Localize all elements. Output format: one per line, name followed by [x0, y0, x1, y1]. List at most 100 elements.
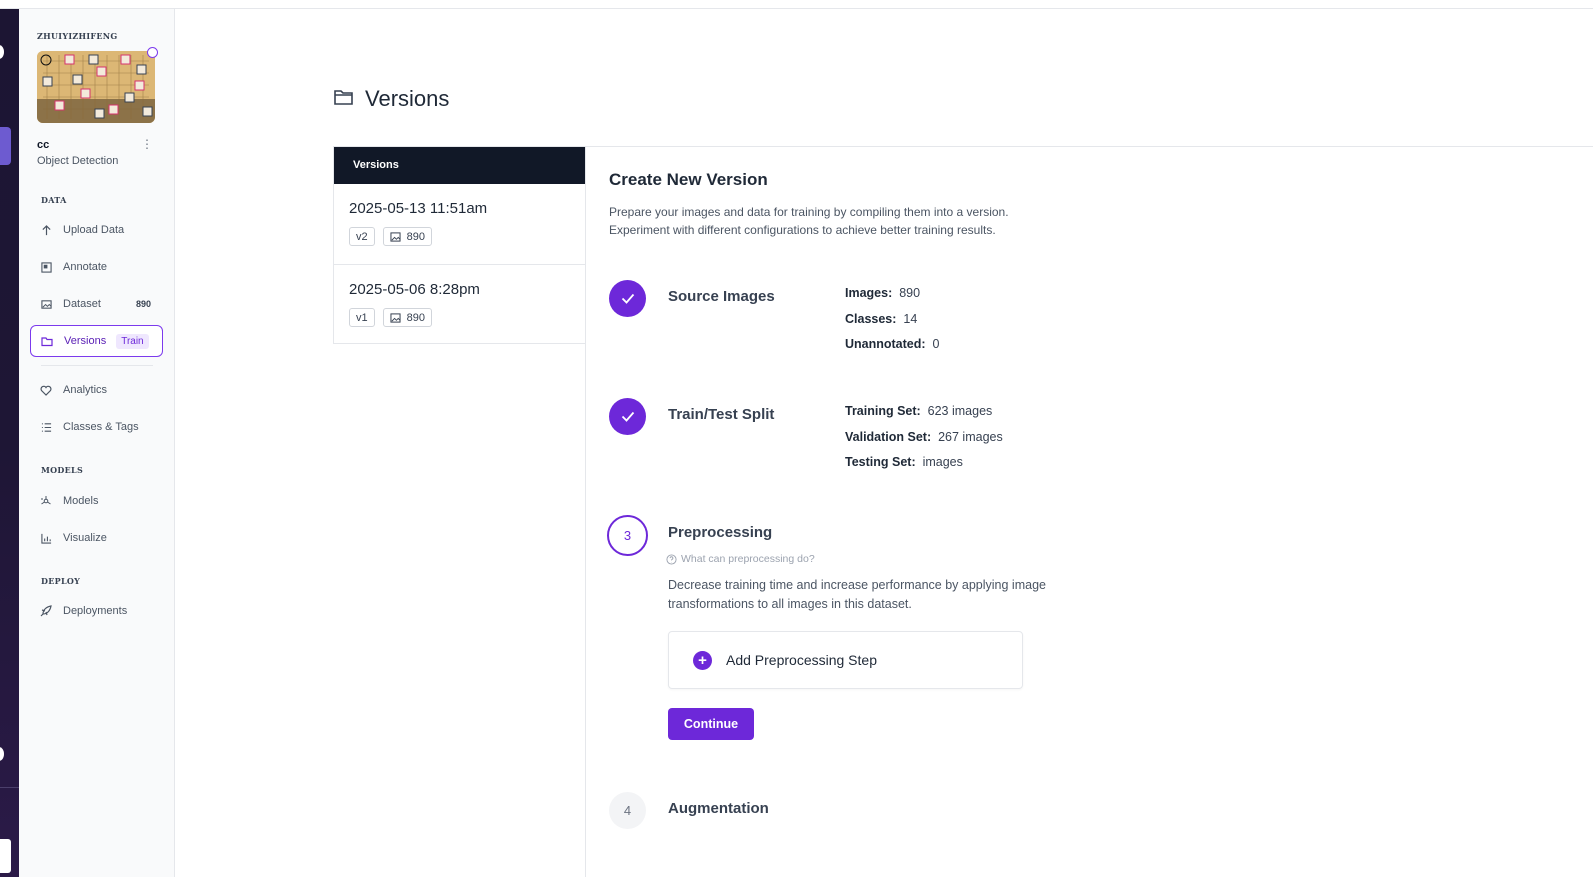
version-item[interactable]: 2025-05-06 8:28pm v1 890: [334, 265, 585, 346]
project-name: cc: [37, 139, 50, 151]
rail-user-icon[interactable]: [0, 839, 11, 873]
kv-value: 14: [903, 312, 918, 326]
description-line: Experiment with different configurations…: [609, 223, 996, 237]
folder-icon: [41, 335, 53, 347]
project-sidebar: ZHUIYIZHIFENG cc Object Detection ⋮ DATA…: [19, 9, 175, 877]
step-complete-check-icon[interactable]: [609, 398, 646, 435]
image-count-chip: 890: [382, 308, 432, 327]
step-complete-check-icon[interactable]: [609, 280, 646, 317]
source-unannotated-count: Unannotated: 0: [845, 337, 939, 351]
rail-avatar-icon[interactable]: [0, 45, 4, 59]
kv-value: 0: [932, 337, 940, 351]
rail-divider: [0, 787, 19, 788]
sidebar-item-label: Models: [63, 495, 99, 507]
workspace-name[interactable]: ZHUIYIZHIFENG: [37, 31, 118, 41]
version-date: 2025-05-06 8:28pm: [349, 281, 480, 298]
kv-value: images: [922, 455, 963, 469]
sidebar-item-label: Annotate: [63, 261, 108, 273]
kv-label: Classes:: [845, 312, 897, 326]
chart-icon: [40, 532, 52, 544]
step-split-title[interactable]: Train/Test Split: [668, 406, 774, 423]
step-number-badge: 3: [607, 515, 648, 556]
train-tag[interactable]: Train: [116, 333, 149, 349]
sidebar-item-annotate[interactable]: Annotate: [30, 251, 163, 283]
sidebar-item-classes-tags[interactable]: Classes & Tags: [30, 411, 163, 443]
create-version-description: Prepare your images and data for trainin…: [609, 203, 1109, 239]
kv-label: Unannotated:: [845, 337, 926, 351]
step-augmentation-title: Augmentation: [668, 800, 769, 817]
continue-button[interactable]: Continue: [668, 708, 754, 740]
section-data: DATA: [41, 195, 67, 205]
version-date: 2025-05-13 11:51am: [349, 200, 488, 217]
kv-label: Testing Set:: [845, 455, 916, 469]
sidebar-item-models[interactable]: Models: [30, 485, 163, 517]
sidebar-item-upload-data[interactable]: Upload Data: [30, 214, 163, 246]
source-images-count: Images: 890: [845, 286, 920, 300]
sidebar-item-visualize[interactable]: Visualize: [30, 522, 163, 554]
create-version-title: Create New Version: [609, 170, 768, 189]
folder-icon: [333, 86, 355, 112]
image-count: 890: [406, 230, 425, 243]
versions-list-header: Versions: [334, 147, 585, 184]
image-icon: [40, 298, 52, 310]
versions-list: Versions 2025-05-13 11:51am v2 890 2025-…: [333, 146, 585, 344]
image-count: 890: [406, 311, 425, 324]
image-icon: [390, 231, 401, 242]
status-dot: [147, 47, 158, 58]
step-number-badge: 4: [609, 792, 646, 829]
rocket-icon: [40, 605, 52, 617]
sidebar-item-deployments[interactable]: Deployments: [30, 595, 163, 627]
rail-help-icon[interactable]: [0, 747, 4, 761]
dataset-count-badge: 890: [135, 299, 151, 309]
sidebar-item-label: Visualize: [63, 532, 107, 544]
section-deploy: DEPLOY: [41, 576, 81, 586]
create-version-panel: Create New Version Prepare your images a…: [585, 146, 1593, 877]
sidebar-item-label: Classes & Tags: [63, 421, 139, 433]
rail-active-indicator: [0, 127, 11, 165]
sidebar-item-label: Dataset: [63, 298, 101, 310]
app-rail: [0, 9, 19, 877]
version-badge: v1: [349, 308, 375, 327]
section-models: MODELS: [41, 465, 84, 475]
step-source-images-title[interactable]: Source Images: [668, 288, 775, 305]
heart-icon: [40, 384, 52, 396]
image-icon: [390, 312, 401, 323]
version-badge: v2: [349, 227, 375, 246]
training-set-count: Training Set: 623 images: [845, 404, 992, 418]
more-vertical-icon[interactable]: ⋮: [141, 137, 153, 151]
upload-icon: [40, 224, 52, 236]
add-preprocessing-step-button[interactable]: + Add Preprocessing Step: [668, 631, 1023, 689]
description-line: Decrease training time and increase perf…: [668, 578, 1046, 592]
sidebar-item-dataset[interactable]: Dataset 890: [30, 288, 163, 320]
page-title: Versions: [333, 86, 449, 112]
source-classes-count: Classes: 14: [845, 312, 917, 326]
description-line: Prepare your images and data for trainin…: [609, 205, 1009, 219]
step-preprocessing-title: Preprocessing: [668, 524, 773, 541]
sidebar-divider: [41, 365, 153, 366]
sidebar-item-label: Upload Data: [63, 224, 125, 236]
project-thumbnail[interactable]: [37, 51, 155, 123]
testing-set-count: Testing Set: images: [845, 455, 963, 469]
image-count-chip: 890: [382, 227, 432, 246]
page-title-text: Versions: [365, 86, 450, 111]
project-type: Object Detection: [37, 155, 119, 167]
validation-set-count: Validation Set: 267 images: [845, 430, 1003, 444]
sidebar-item-label: Analytics: [63, 384, 108, 396]
top-bar: [0, 0, 1593, 9]
preprocessing-help-link[interactable]: What can preprocessing do?: [666, 553, 815, 565]
list-icon: [40, 421, 52, 433]
sidebar-item-versions[interactable]: Versions Train: [30, 325, 163, 357]
kv-label: Training Set:: [845, 404, 921, 418]
kv-value: 890: [899, 286, 921, 300]
plus-icon: +: [693, 650, 712, 670]
question-circle-icon: [666, 553, 677, 565]
kv-value: 623 images: [927, 404, 993, 418]
version-item[interactable]: 2025-05-13 11:51am v2 890: [334, 184, 585, 265]
description-line: transformations to all images in this da…: [668, 597, 912, 611]
kv-value: 267 images: [938, 430, 1003, 444]
sidebar-item-label: Deployments: [63, 605, 128, 617]
preprocessing-description: Decrease training time and increase perf…: [668, 576, 1108, 614]
annotate-icon: [40, 261, 52, 273]
sidebar-item-analytics[interactable]: Analytics: [30, 374, 163, 406]
kv-label: Images:: [845, 286, 893, 300]
